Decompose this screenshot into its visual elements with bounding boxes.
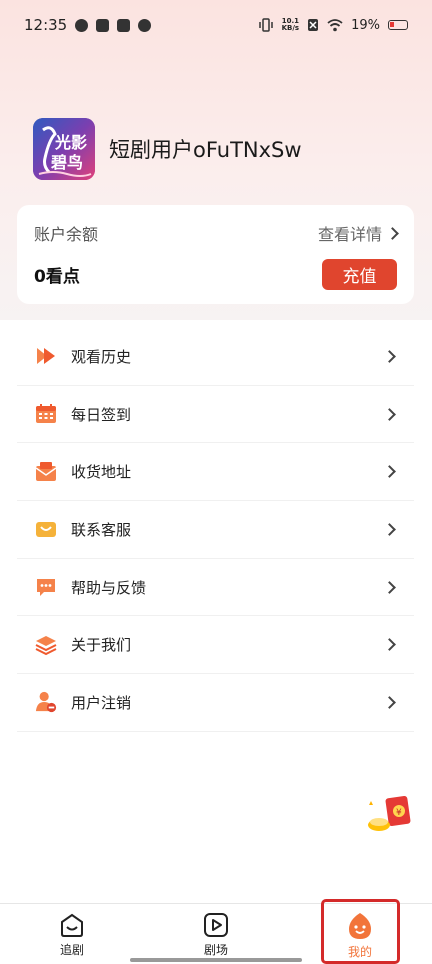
tiktok-notification-icon <box>117 18 131 32</box>
tab-mine[interactable]: 我的 <box>288 904 432 964</box>
tab-theater[interactable]: 剧场 <box>144 904 288 964</box>
avatar[interactable]: 光影 碧鸟 <box>33 118 95 180</box>
menu-item-about-us[interactable]: 关于我们 <box>17 616 414 675</box>
wifi-icon <box>327 18 343 31</box>
menu-item-watch-history[interactable]: 观看历史 <box>17 328 414 386</box>
chevron-right-icon <box>383 349 396 363</box>
view-details-label: 查看详情 <box>317 225 382 244</box>
user-remove-icon <box>35 691 57 713</box>
chevron-right-icon <box>383 407 396 421</box>
wallet-card: 账户余额 查看详情 0看点 充值 <box>17 205 414 304</box>
customer-service-icon <box>35 518 57 540</box>
menu-item-label: 联系客服 <box>71 520 132 539</box>
chevron-right-icon <box>383 696 396 709</box>
mine-face-icon <box>349 913 371 939</box>
chat-bubble-icon <box>35 576 57 598</box>
menu-item-help-feedback[interactable]: 帮助与反馈 <box>17 559 414 617</box>
red-envelope-icon: ¥ <box>368 795 411 831</box>
svg-text:光影: 光影 <box>54 133 87 152</box>
sim-off-icon <box>308 19 319 31</box>
wallet-header-row: 账户余额 查看详情 <box>34 221 399 245</box>
username: 短剧用户oFuTNxSw <box>109 138 302 162</box>
status-time: 12:35 <box>24 16 68 34</box>
menu-item-label: 每日签到 <box>71 405 132 424</box>
recharge-button[interactable]: 充值 <box>322 259 397 290</box>
chevron-right-icon <box>383 638 396 652</box>
tab-follow-drama[interactable]: 追剧 <box>0 904 144 964</box>
tab-label: 剧场 <box>203 943 228 957</box>
play-history-icon <box>35 345 57 367</box>
chevron-right-icon <box>383 465 396 479</box>
menu-item-customer-service[interactable]: 联系客服 <box>17 501 414 559</box>
balance-value: 0看点 <box>34 267 80 287</box>
menu-item-label: 用户注销 <box>71 693 132 712</box>
layers-icon <box>35 634 57 656</box>
home-indicator <box>130 958 302 962</box>
vibrate-icon <box>258 18 273 32</box>
wallet-balance-row: 0看点 充值 <box>34 259 397 290</box>
theater-play-icon <box>204 913 228 937</box>
battery-percent: 19% <box>351 17 380 33</box>
status-left: 12:35 <box>24 16 152 34</box>
red-envelope-float[interactable]: ¥ <box>365 795 415 835</box>
network-speed: 10.1 KB/s <box>282 18 299 32</box>
calendar-icon <box>35 403 57 425</box>
app-notification-icon <box>75 18 89 32</box>
status-right: 10.1 KB/s 19% <box>258 18 408 33</box>
bottom-tab-bar: 追剧 剧场 我的 <box>0 903 432 964</box>
menu-item-label: 观看历史 <box>71 347 132 366</box>
view-details-link[interactable]: 查看详情 <box>317 221 399 245</box>
wallet-label: 账户余额 <box>34 225 99 244</box>
chevron-right-icon <box>383 523 396 536</box>
profile-header[interactable]: 光影 碧鸟 短剧用户oFuTNxSw <box>33 118 302 180</box>
envelope-icon <box>35 461 57 483</box>
menu-item-label: 关于我们 <box>71 636 132 655</box>
follow-drama-icon <box>61 913 83 937</box>
status-bar: 12:35 10.1 KB/s 19% <box>0 0 432 50</box>
tab-label: 我的 <box>347 945 372 959</box>
fan-notification-icon <box>138 18 152 32</box>
svg-text:碧鸟: 碧鸟 <box>50 153 83 172</box>
tab-label: 追剧 <box>59 943 84 957</box>
mail-notification-icon <box>96 18 110 32</box>
menu-item-account-deletion[interactable]: 用户注销 <box>17 674 414 732</box>
battery-icon <box>388 20 408 30</box>
menu-item-label: 收货地址 <box>71 463 132 482</box>
network-speed-unit: KB/s <box>281 24 300 32</box>
menu-item-shipping-address[interactable]: 收货地址 <box>17 443 414 502</box>
chevron-right-icon <box>383 580 396 594</box>
menu-item-daily-checkin[interactable]: 每日签到 <box>17 386 414 444</box>
app-logo-icon: 光影 碧鸟 <box>33 118 95 180</box>
settings-menu: 观看历史 每日签到 收货地址 联系客服 帮助与反馈 关于我们 用户注销 <box>17 328 414 732</box>
svg-text:¥: ¥ <box>396 808 402 818</box>
menu-item-label: 帮助与反馈 <box>71 578 147 597</box>
chevron-right-icon <box>386 226 399 240</box>
